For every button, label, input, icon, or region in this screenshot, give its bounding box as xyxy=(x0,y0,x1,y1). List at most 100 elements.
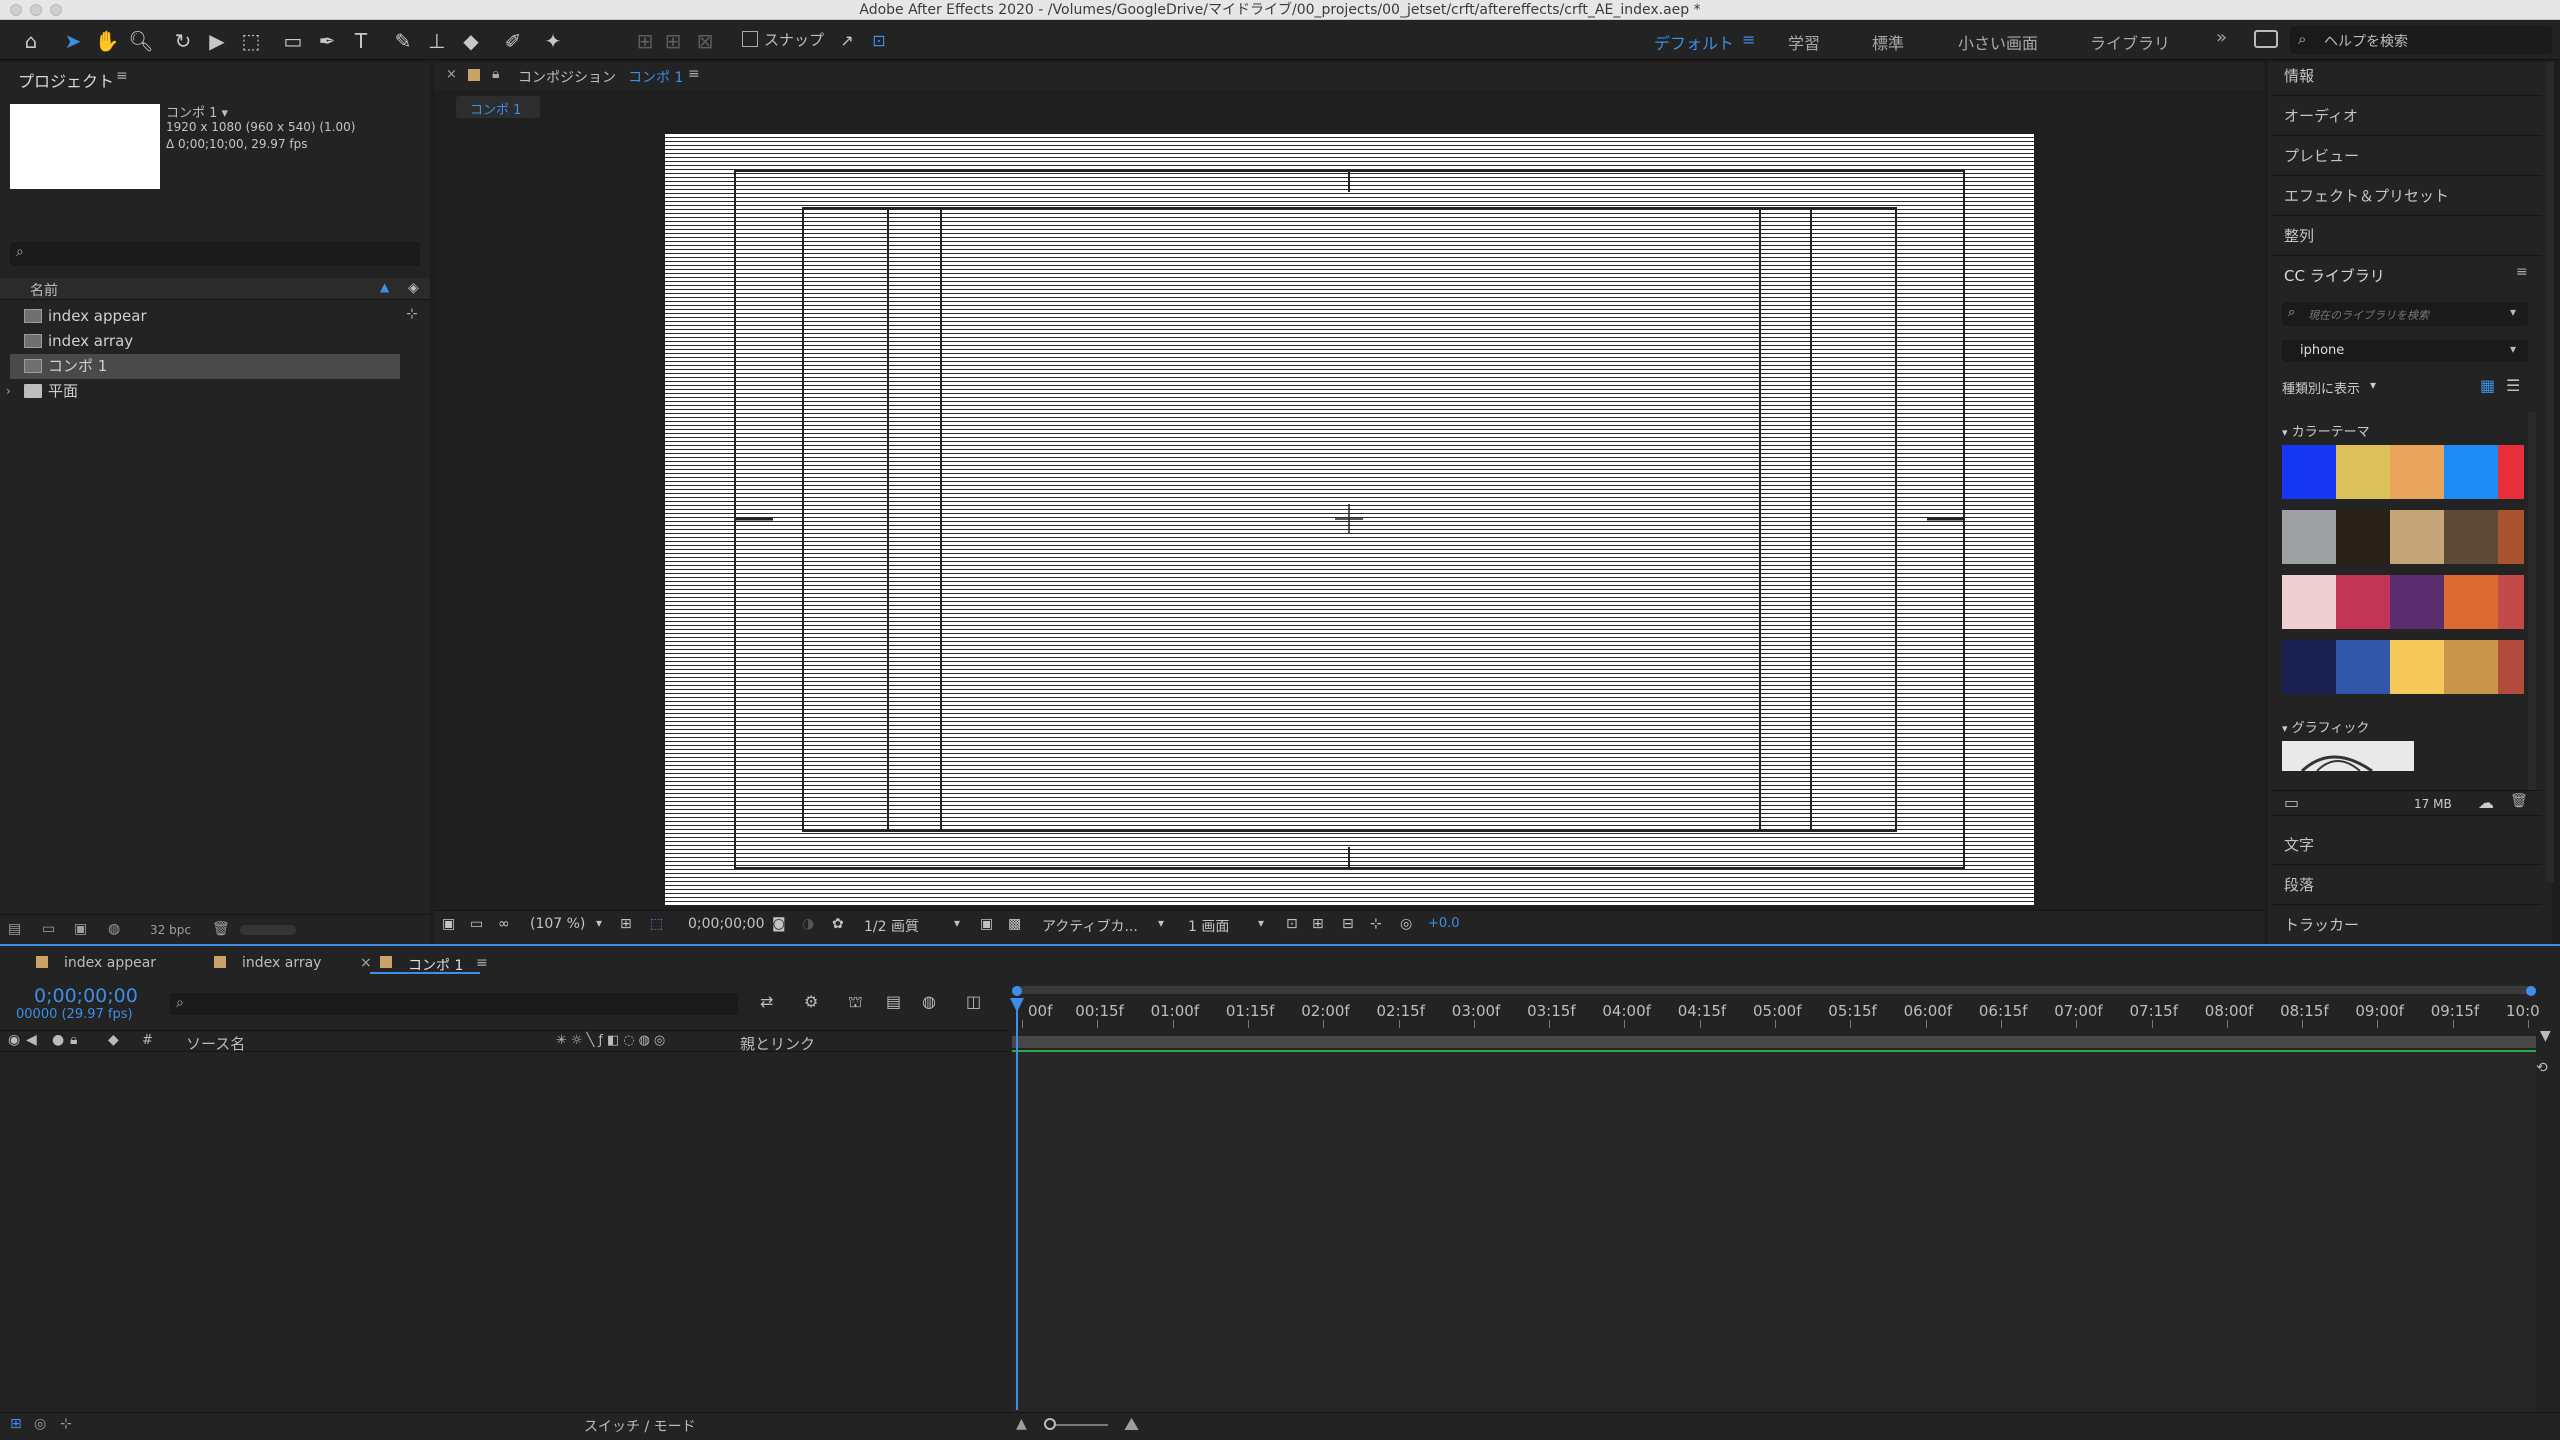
color-swatch[interactable] xyxy=(2282,510,2336,564)
work-area-start-handle[interactable] xyxy=(1012,986,1022,996)
hand-tool-icon[interactable]: ✋ xyxy=(94,28,120,54)
rotate-tool-icon[interactable]: ↻ xyxy=(170,28,196,54)
preview-panel-tab[interactable]: プレビュー xyxy=(2272,136,2542,176)
comp-duration-bar[interactable] xyxy=(1012,1036,2536,1048)
home-icon[interactable]: ⌂ xyxy=(18,28,44,54)
grid-guide-icon[interactable]: ⊞ xyxy=(620,916,632,932)
current-time-display[interactable]: 0;00;00;00 xyxy=(688,916,765,932)
zoom-tool-icon[interactable]: 🔍︎ xyxy=(128,28,154,54)
new-composition-icon[interactable]: ▣ xyxy=(74,921,87,937)
project-item[interactable]: index array xyxy=(10,329,400,354)
snapshot-camera-icon[interactable]: ◙ xyxy=(772,916,786,932)
workspace-learn[interactable]: 学習 xyxy=(1788,30,1820,54)
eraser-tool-icon[interactable]: ◆ xyxy=(458,28,484,54)
source-name-column[interactable]: ソース名 xyxy=(186,1033,245,1054)
camera-tool-icon[interactable]: ▶ xyxy=(204,28,230,54)
current-time-display[interactable]: 0;00;00;00 xyxy=(34,985,138,1007)
work-area-bar[interactable] xyxy=(1012,986,2536,994)
effects-presets-panel-tab[interactable]: エフェクト＆プリセット xyxy=(2272,176,2542,216)
color-swatch[interactable] xyxy=(2282,640,2336,694)
color-swatch[interactable] xyxy=(2390,510,2444,564)
vr-icon[interactable]: ∞ xyxy=(498,916,510,932)
color-swatch[interactable] xyxy=(2444,575,2498,629)
color-swatch[interactable] xyxy=(2390,575,2444,629)
puppet-tool-icon[interactable]: ✦ xyxy=(540,28,566,54)
zoom-window-button[interactable] xyxy=(50,4,62,16)
roto-brush-tool-icon[interactable]: ✐ xyxy=(500,28,526,54)
switch-mode-toggle[interactable]: スイッチ / モード xyxy=(584,1416,696,1436)
chevron-down-icon[interactable]: ▾ xyxy=(1258,916,1264,930)
toggle-pixel-aspect-icon[interactable]: ⊡ xyxy=(1286,916,1298,932)
thumbnail-size-slider[interactable] xyxy=(240,925,296,935)
reset-exposure-icon[interactable]: ◎ xyxy=(1400,916,1412,932)
region-of-interest-icon[interactable]: ▣ xyxy=(980,916,993,932)
graph-editor-icon[interactable]: ◫ xyxy=(966,992,981,1011)
character-panel-tab[interactable]: 文字 xyxy=(2272,825,2542,865)
workspace-menu-icon[interactable]: ≡ xyxy=(1742,30,1755,49)
layer-search-input[interactable]: ⌕ xyxy=(170,993,738,1015)
composition-title-name[interactable]: コンポ 1 xyxy=(628,67,683,87)
frame-blending-icon[interactable]: ▤ xyxy=(886,992,901,1011)
parent-link-column[interactable]: 親とリンク xyxy=(740,1033,815,1054)
layer-switches-icon[interactable]: ⊞ xyxy=(10,1416,22,1432)
new-folder-icon[interactable]: ▭ xyxy=(42,921,55,937)
snap-feature-icon[interactable]: ⊡ xyxy=(866,28,892,54)
minimize-window-button[interactable] xyxy=(30,4,42,16)
comp-button-icon[interactable]: ⟲ xyxy=(2536,1060,2548,1076)
in-out-columns-icon[interactable]: ⊹ xyxy=(60,1416,72,1432)
switches-icons[interactable]: ✳☼╲ƒ◧◌◍◎ xyxy=(556,1033,669,1048)
chevron-down-icon[interactable]: ▾ xyxy=(1158,916,1164,930)
project-search-input[interactable]: ⌕ xyxy=(10,242,420,266)
trash-icon[interactable]: 🗑︎ xyxy=(212,921,230,937)
timeline-tab[interactable]: index appear xyxy=(64,955,156,971)
panel-menu-icon[interactable]: ≡ xyxy=(476,955,488,971)
chevron-down-icon[interactable]: ▾ xyxy=(2370,378,2376,392)
view-by-type-dropdown[interactable]: 種類別に表示 xyxy=(2282,378,2360,397)
close-tab-icon[interactable]: × xyxy=(360,955,372,971)
zoom-out-icon[interactable]: ▲ xyxy=(1016,1416,1027,1432)
search-help-toggle-icon[interactable] xyxy=(2254,30,2278,48)
type-tool-icon[interactable]: T xyxy=(348,28,374,54)
transfer-controls-icon[interactable]: ◎ xyxy=(34,1416,46,1432)
flowchart-icon[interactable]: ⊹ xyxy=(406,306,418,322)
graphic-thumbnail[interactable] xyxy=(2282,741,2414,771)
color-swatch[interactable] xyxy=(2444,510,2498,564)
lock-icon[interactable]: 🔒︎ xyxy=(492,66,499,82)
solo-icon[interactable]: ● xyxy=(52,1032,64,1048)
chevron-down-icon[interactable]: ▾ xyxy=(596,916,602,930)
help-search-box[interactable]: ⌕ ヘルプを検索 xyxy=(2290,26,2552,54)
motion-blur-icon[interactable]: ◍ xyxy=(922,992,936,1011)
color-swatch[interactable] xyxy=(2282,575,2336,629)
audio-icon[interactable]: ◀ xyxy=(26,1032,37,1048)
cloud-icon[interactable]: ☁ xyxy=(2478,793,2494,812)
zoom-dropdown[interactable]: (107 %) xyxy=(530,916,585,932)
workspace-small-screen[interactable]: 小さい画面 xyxy=(1958,30,2038,54)
align-panel-tab[interactable]: 整列 xyxy=(2272,216,2542,256)
panel-menu-icon[interactable]: ≡ xyxy=(2516,264,2528,280)
monitor-icon[interactable]: ▭ xyxy=(470,916,483,932)
timeline-track-area[interactable] xyxy=(1012,1052,2536,1412)
color-swatch[interactable] xyxy=(2498,445,2524,499)
trash-icon[interactable]: 🗑︎ xyxy=(2510,793,2528,809)
grid-view-icon[interactable]: ▦ xyxy=(2480,376,2495,395)
color-swatch[interactable] xyxy=(2336,445,2390,499)
color-swatch[interactable] xyxy=(2498,640,2524,694)
comp-name[interactable]: コンポ 1 ▾ xyxy=(166,102,228,121)
color-swatch[interactable] xyxy=(2444,640,2498,694)
right-panel-scrollbar[interactable] xyxy=(2546,62,2554,882)
eye-icon[interactable]: ◉ xyxy=(8,1032,20,1048)
project-settings-icon[interactable]: ◍ xyxy=(108,921,120,937)
sort-ascending-icon[interactable]: ▲ xyxy=(380,280,389,294)
exposure-value[interactable]: +0.0 xyxy=(1428,916,1460,931)
timeline-zoom-handle[interactable] xyxy=(1044,1418,1056,1430)
resolution-dropdown[interactable]: 1/2 画質 xyxy=(864,916,919,936)
color-swatch[interactable] xyxy=(2336,575,2390,629)
shy-layers-icon[interactable]: ⛫ xyxy=(848,992,863,1013)
info-panel-tab[interactable]: 情報 xyxy=(2272,56,2542,96)
color-swatch[interactable] xyxy=(2336,640,2390,694)
audio-panel-tab[interactable]: オーディオ xyxy=(2272,96,2542,136)
workspace-libraries[interactable]: ライブラリ xyxy=(2090,30,2170,54)
draft-3d-icon[interactable]: ⚙ xyxy=(804,992,818,1011)
view-layout-dropdown[interactable]: 1 画面 xyxy=(1188,916,1229,936)
mask-visibility-icon[interactable]: ⬚ xyxy=(650,916,663,932)
